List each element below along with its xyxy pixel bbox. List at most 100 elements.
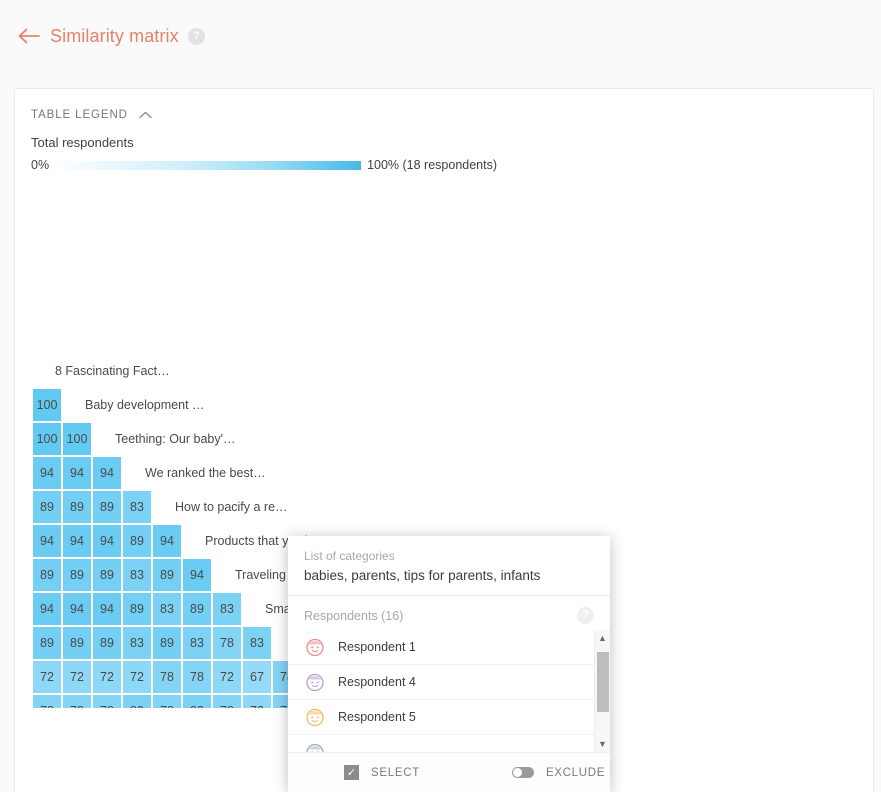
matrix-cell[interactable]: 83 xyxy=(123,627,151,659)
help-icon[interactable]: ? xyxy=(187,27,205,45)
matrix-row-label[interactable]: We ranked the best… xyxy=(123,457,266,489)
respondent-list-item[interactable]: Respondent 4 xyxy=(288,665,610,700)
matrix-cell[interactable]: 72 xyxy=(33,661,61,693)
matrix-cell[interactable]: 78 xyxy=(33,695,61,708)
matrix-cell[interactable]: 83 xyxy=(123,491,151,523)
matrix-cell[interactable]: 83 xyxy=(213,593,241,625)
matrix-cell[interactable]: 89 xyxy=(93,491,121,523)
select-label: SELECT xyxy=(371,766,420,779)
matrix-cell[interactable]: 78 xyxy=(153,695,181,708)
matrix-cell[interactable]: 72 xyxy=(123,661,151,693)
matrix-cell[interactable]: 89 xyxy=(183,593,211,625)
matrix-cell[interactable]: 89 xyxy=(153,627,181,659)
matrix-cell[interactable]: 83 xyxy=(153,593,181,625)
matrix-cell[interactable]: 83 xyxy=(183,627,211,659)
matrix-cell[interactable]: 100 xyxy=(63,423,91,455)
matrix-cell[interactable]: 67 xyxy=(243,661,271,693)
checkbox-checked-icon[interactable]: ✓ xyxy=(344,765,359,780)
help-icon[interactable]: ? xyxy=(577,607,594,624)
table-legend-label: TABLE LEGEND xyxy=(31,109,128,121)
exclude-label: EXCLUDE xyxy=(545,766,606,779)
matrix-cell[interactable]: 94 xyxy=(93,525,121,557)
matrix-cell[interactable]: 78 xyxy=(213,627,241,659)
matrix-cell[interactable]: 78 xyxy=(153,661,181,693)
matrix-cell[interactable]: 94 xyxy=(93,593,121,625)
matrix-cell[interactable]: 100 xyxy=(33,423,61,455)
face-avatar-purple-icon xyxy=(304,671,326,693)
matrix-cell[interactable]: 83 xyxy=(183,695,211,708)
triangle-up-icon[interactable]: ▲ xyxy=(598,630,607,646)
scrollbar-track[interactable] xyxy=(595,646,610,736)
chevron-up-icon[interactable] xyxy=(139,111,152,119)
popup-footer: ✓ SELECT EXCLUDE xyxy=(288,752,610,792)
legend-gradient-bar xyxy=(57,160,362,170)
matrix-row[interactable]: 8 Fascinating Fact… xyxy=(15,355,873,387)
matrix-row[interactable]: 94 94 94 We ranked the best… xyxy=(15,457,873,489)
matrix-cell[interactable]: 94 xyxy=(33,593,61,625)
respondent-list-item[interactable]: Respondent 1 xyxy=(288,630,610,665)
matrix-cell[interactable]: 78 xyxy=(63,695,91,708)
face-avatar-orange-icon xyxy=(304,706,326,728)
legend-scale-min: 0% xyxy=(31,158,50,172)
matrix-cell[interactable]: 89 xyxy=(33,559,61,591)
triangle-down-icon[interactable]: ▼ xyxy=(598,736,607,752)
table-legend-toggle[interactable]: TABLE LEGEND xyxy=(15,89,873,121)
matrix-cell[interactable]: 89 xyxy=(63,491,91,523)
matrix-cell[interactable]: 94 xyxy=(63,457,91,489)
legend-metric-label: Total respondents xyxy=(31,135,134,150)
toggle-off-icon[interactable] xyxy=(511,767,534,778)
matrix-cell[interactable]: 83 xyxy=(123,559,151,591)
matrix-row-label[interactable]: How to pacify a re… xyxy=(153,491,288,523)
respondents-count-label: Respondents (16) xyxy=(304,608,404,623)
matrix-cell[interactable]: 78 xyxy=(93,695,121,708)
matrix-cell[interactable]: 94 xyxy=(93,457,121,489)
matrix-row-label[interactable]: Teething: Our baby'… xyxy=(93,423,236,455)
matrix-cell[interactable]: 72 xyxy=(93,661,121,693)
matrix-row[interactable]: 100 100 Teething: Our baby'… xyxy=(15,423,873,455)
matrix-cell[interactable]: 89 xyxy=(93,627,121,659)
categories-value: babies, parents, tips for parents, infan… xyxy=(304,568,541,583)
respondent-list-item[interactable]: Respondent 5 xyxy=(288,700,610,735)
matrix-cell[interactable]: 89 xyxy=(63,559,91,591)
respondents-header: Respondents (16) ? xyxy=(288,596,610,630)
matrix-cell[interactable]: 94 xyxy=(63,525,91,557)
matrix-cell[interactable]: 94 xyxy=(183,559,211,591)
matrix-row-label[interactable]: Baby development … xyxy=(63,389,205,421)
respondents-list[interactable]: Respondent 1 Respondent 4 Respondent 5 ▲ ▼ xyxy=(288,630,610,752)
scrollbar-thumb[interactable] xyxy=(597,652,609,712)
arrow-left-icon[interactable] xyxy=(16,23,42,49)
matrix-cell[interactable]: 94 xyxy=(33,525,61,557)
face-avatar-pink-icon xyxy=(304,636,326,658)
matrix-cell[interactable]: 72 xyxy=(213,661,241,693)
matrix-row[interactable]: 100 Baby development … xyxy=(15,389,873,421)
page-title: Similarity matrix xyxy=(50,25,179,46)
legend-scale: 0% 100% (18 respondents) xyxy=(31,158,873,172)
matrix-cell[interactable]: 100 xyxy=(33,389,61,421)
popup-scrollbar[interactable]: ▲ ▼ xyxy=(594,630,610,752)
matrix-cell[interactable]: 89 xyxy=(63,627,91,659)
matrix-cell[interactable]: 89 xyxy=(123,593,151,625)
matrix-cell[interactable]: 94 xyxy=(33,457,61,489)
exclude-toggle[interactable]: EXCLUDE xyxy=(511,766,606,779)
matrix-cell[interactable]: 89 xyxy=(33,627,61,659)
matrix-row-label[interactable]: 8 Fascinating Fact… xyxy=(33,355,170,387)
categories-label: List of categories xyxy=(304,549,395,563)
categories-section: List of categories babies, parents, tips… xyxy=(288,536,610,596)
matrix-cell[interactable]: 94 xyxy=(153,525,181,557)
respondent-name: Respondent 4 xyxy=(338,675,416,689)
matrix-cell[interactable]: 72 xyxy=(243,695,271,708)
select-button[interactable]: ✓ SELECT xyxy=(344,765,420,780)
matrix-cell[interactable]: 78 xyxy=(183,661,211,693)
respondent-list-item[interactable] xyxy=(288,735,610,752)
matrix-cell[interactable]: 89 xyxy=(93,559,121,591)
matrix-cell[interactable]: 89 xyxy=(123,525,151,557)
matrix-cell[interactable]: 83 xyxy=(123,695,151,708)
matrix-row[interactable]: 89 89 89 83 How to pacify a re… xyxy=(15,491,873,523)
matrix-cell[interactable]: 89 xyxy=(153,559,181,591)
matrix-cell[interactable]: 72 xyxy=(63,661,91,693)
matrix-cell[interactable]: 78 xyxy=(213,695,241,708)
matrix-cell[interactable]: 89 xyxy=(33,491,61,523)
matrix-cell[interactable]: 94 xyxy=(63,593,91,625)
respondents-popup: List of categories babies, parents, tips… xyxy=(288,536,610,792)
matrix-cell[interactable]: 83 xyxy=(243,627,271,659)
